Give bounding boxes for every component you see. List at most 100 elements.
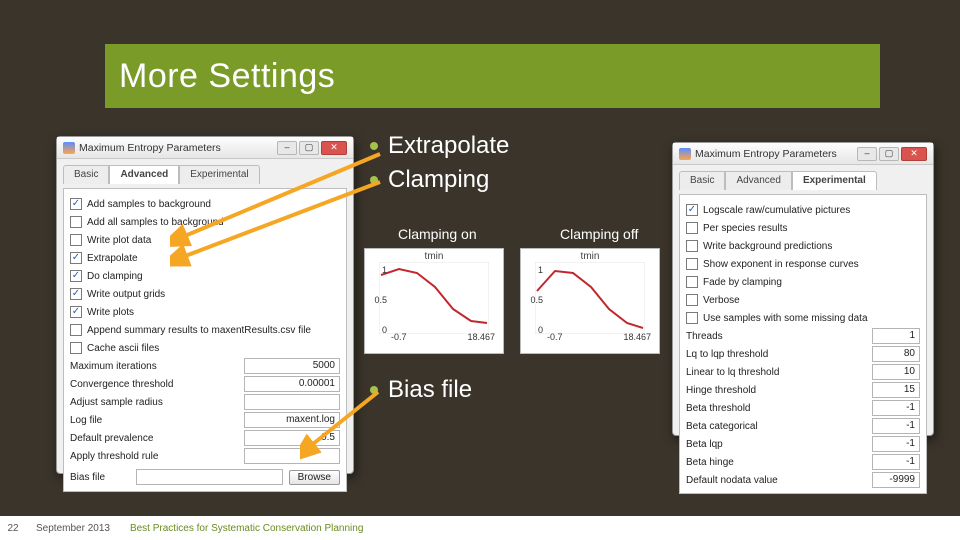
window-buttons: – ▢ ✕ — [277, 141, 347, 155]
checkbox-row: Add samples to background — [70, 195, 340, 213]
tab-experimental[interactable]: Experimental — [792, 171, 877, 190]
checkbox[interactable] — [70, 252, 82, 264]
checkbox-label: Do clamping — [87, 271, 340, 282]
field-input[interactable]: 80 — [872, 346, 920, 362]
checkbox[interactable] — [686, 204, 698, 216]
tab-basic[interactable]: Basic — [63, 165, 109, 184]
checkbox-label: Fade by clamping — [703, 277, 920, 288]
field-input[interactable]: -1 — [872, 418, 920, 434]
value-row: Lq to lqp threshold 80 — [686, 345, 920, 363]
checkbox[interactable] — [70, 198, 82, 210]
browse-button[interactable]: Browse — [289, 470, 340, 485]
checkbox[interactable] — [686, 222, 698, 234]
checkbox-row: Logscale raw/cumulative pictures — [686, 201, 920, 219]
checkbox-row: Verbose — [686, 291, 920, 309]
bullet-item: Bias file — [370, 376, 472, 404]
checkbox-label: Use samples with some missing data — [703, 313, 920, 324]
field-input[interactable] — [244, 448, 340, 464]
chart-clamping-off: tmin 1 0.5 0 -0.7 18.467 — [520, 248, 660, 354]
bias-label: Bias file — [70, 472, 130, 483]
bullet-dot-icon — [370, 176, 378, 184]
checkbox-row: Use samples with some missing data — [686, 309, 920, 327]
bias-input[interactable] — [136, 469, 283, 485]
checkbox[interactable] — [686, 276, 698, 288]
dialog-advanced: Maximum Entropy Parameters – ▢ ✕ Basic A… — [56, 136, 354, 474]
checkbox-row: Per species results — [686, 219, 920, 237]
tab-advanced[interactable]: Advanced — [725, 171, 791, 190]
tab-advanced[interactable]: Advanced — [109, 165, 179, 184]
close-button[interactable]: ✕ — [321, 141, 347, 155]
dialog-titlebar[interactable]: Maximum Entropy Parameters – ▢ ✕ — [673, 143, 933, 165]
value-row: Maximum iterations 5000 — [70, 357, 340, 375]
checkbox[interactable] — [70, 342, 82, 354]
field-input[interactable]: 10 — [872, 364, 920, 380]
field-label: Lq to lqp threshold — [686, 349, 866, 360]
tab-pane: Add samples to backgroundAdd all samples… — [63, 188, 347, 492]
chart-yticks: 1 0.5 0 — [369, 265, 387, 335]
field-label: Beta hinge — [686, 457, 866, 468]
footer-date: September 2013 — [26, 523, 120, 534]
maximize-button[interactable]: ▢ — [299, 141, 319, 155]
checkbox-row: Add all samples to background — [70, 213, 340, 231]
value-row: Adjust sample radius — [70, 393, 340, 411]
field-label: Convergence threshold — [70, 379, 238, 390]
minimize-button[interactable]: – — [277, 141, 297, 155]
field-label: Hinge threshold — [686, 385, 866, 396]
checkbox[interactable] — [686, 258, 698, 270]
value-row: Convergence threshold 0.00001 — [70, 375, 340, 393]
bullet-item: Extrapolate — [370, 132, 509, 160]
field-input[interactable]: -1 — [872, 436, 920, 452]
chart-clamping-on: tmin 1 0.5 0 -0.7 18.467 — [364, 248, 504, 354]
checkbox[interactable] — [70, 270, 82, 282]
field-input[interactable]: -1 — [872, 400, 920, 416]
tab-experimental[interactable]: Experimental — [179, 165, 259, 184]
checkbox[interactable] — [686, 294, 698, 306]
field-label: Maximum iterations — [70, 361, 238, 372]
bullet-text: Clamping — [388, 166, 489, 194]
field-input[interactable]: 1 — [872, 328, 920, 344]
field-input[interactable]: 0.5 — [244, 430, 340, 446]
field-input[interactable]: -9999 — [872, 472, 920, 488]
checkbox[interactable] — [686, 240, 698, 252]
chart-svg — [379, 262, 489, 334]
checkbox-row: Cache ascii files — [70, 339, 340, 357]
value-row: Default prevalence 0.5 — [70, 429, 340, 447]
bullet-list-bottom: Bias file — [370, 376, 472, 404]
checkbox[interactable] — [70, 288, 82, 300]
checkbox-label: Verbose — [703, 295, 920, 306]
chart-yticks: 1 0.5 0 — [525, 265, 543, 335]
bias-file-row: Bias file Browse — [70, 467, 340, 487]
field-input[interactable]: 0.00001 — [244, 376, 340, 392]
tabs: Basic Advanced Experimental — [679, 171, 927, 190]
checkbox-row: Do clamping — [70, 267, 340, 285]
field-input[interactable]: 5000 — [244, 358, 340, 374]
close-button[interactable]: ✕ — [901, 147, 927, 161]
field-label: Default nodata value — [686, 475, 866, 486]
dialog-titlebar[interactable]: Maximum Entropy Parameters – ▢ ✕ — [57, 137, 353, 159]
field-input[interactable] — [244, 394, 340, 410]
value-row: Threads1 — [686, 327, 920, 345]
field-input[interactable]: maxent.log — [244, 412, 340, 428]
value-row: Apply threshold rule — [70, 447, 340, 465]
checkbox-label: Append summary results to maxentResults.… — [87, 325, 340, 336]
bullet-text: Extrapolate — [388, 132, 509, 160]
checkbox[interactable] — [686, 312, 698, 324]
field-label: Default prevalence — [70, 433, 238, 444]
checkbox-label: Write plots — [87, 307, 340, 318]
checkbox-label: Per species results — [703, 223, 920, 234]
minimize-button[interactable]: – — [857, 147, 877, 161]
page-number: 22 — [0, 523, 26, 534]
maximize-button[interactable]: ▢ — [879, 147, 899, 161]
checkbox[interactable] — [70, 306, 82, 318]
tab-basic[interactable]: Basic — [679, 171, 725, 190]
checkbox[interactable] — [70, 234, 82, 246]
checkbox[interactable] — [70, 324, 82, 336]
field-input[interactable]: 15 — [872, 382, 920, 398]
field-label: Linear to lq threshold — [686, 367, 866, 378]
checkbox-label: Logscale raw/cumulative pictures — [703, 205, 920, 216]
page-title: More Settings — [119, 57, 335, 96]
chart-title: tmin — [521, 251, 659, 262]
checkbox[interactable] — [70, 216, 82, 228]
field-input[interactable]: -1 — [872, 454, 920, 470]
value-row: Hinge threshold 15 — [686, 381, 920, 399]
